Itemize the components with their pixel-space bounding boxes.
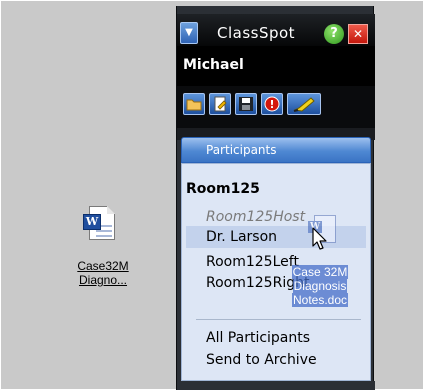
tab-participants-label: Participants [206,143,277,157]
mouse-cursor-icon [312,227,327,250]
participant-room125host[interactable]: Room125Host [206,208,305,226]
panel-footer [177,381,375,390]
edit-document-button[interactable] [209,93,231,115]
edit-document-icon [214,96,227,112]
save-icon [239,97,253,111]
drag-label-line-2: Diagnosis [292,279,348,293]
word-document-icon[interactable]: W [81,206,125,246]
user-bar: Michael [177,46,375,86]
send-to-archive-item[interactable]: Send to Archive [206,352,317,368]
room-title: Room125 [186,181,260,197]
folder-icon [186,99,202,111]
desktop: W Case32M Diagno... ▼ ClassSpot ? ✕ Mich… [0,0,424,390]
save-button[interactable] [235,93,257,115]
close-button[interactable]: ✕ [348,24,368,44]
classspot-panel: ▼ ClassSpot ? ✕ Michael ! Participants R… [176,6,375,390]
desktop-file-label[interactable]: Case32M Diagno... [63,259,143,287]
drag-label-line-1: Case 32M [291,265,349,279]
file-label-line-1: Case32M [77,259,129,273]
highlighter-button[interactable] [287,93,321,115]
alert-button[interactable]: ! [261,93,283,115]
alert-icon: ! [264,96,280,112]
highlighter-icon [293,97,315,112]
all-participants-item[interactable]: All Participants [206,330,310,346]
dropdown-menu-button[interactable]: ▼ [180,22,198,44]
folder-button[interactable] [183,93,205,115]
help-button[interactable]: ? [324,24,344,44]
alert-icon-glyph: ! [269,98,274,111]
drag-file-label: Case 32M Diagnosis Notes.doc [284,265,356,307]
title-bar: ▼ ClassSpot ? ✕ [177,14,375,46]
toolbar: ! [177,86,375,128]
user-name: Michael [183,57,244,73]
drag-label-line-3: Notes.doc [291,293,349,307]
word-badge: W [83,214,101,230]
file-label-line-2: Diagno... [78,273,128,287]
tab-participants[interactable]: Participants [181,137,371,163]
app-title: ClassSpot [217,24,296,42]
